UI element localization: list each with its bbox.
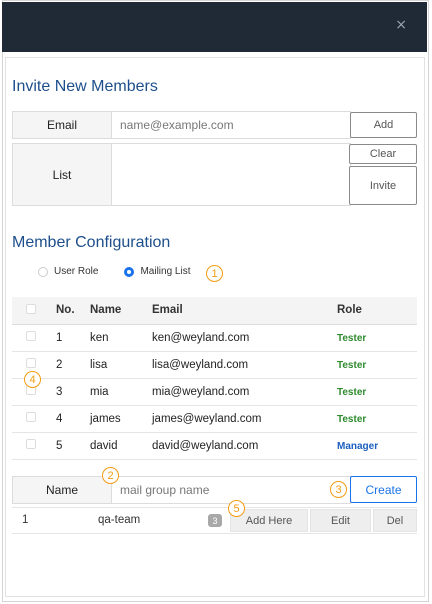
radio-mailing-list-label: Mailing List [140,266,191,277]
row-no: 1 [50,324,90,352]
edit-button[interactable]: Edit [310,509,371,532]
close-icon[interactable]: × [395,17,407,33]
row-checkbox[interactable] [26,358,36,368]
marker-1: 1 [206,265,223,282]
row-no: 5 [50,432,90,460]
invite-button[interactable]: Invite [349,166,417,205]
role-badge: Tester [337,413,367,425]
radio-user-role-label: User Role [54,266,99,277]
role-badge: Tester [337,386,367,398]
col-email: Email [152,297,337,325]
row-email: david@weyland.com [152,432,337,460]
select-all-checkbox[interactable] [26,303,36,314]
marker-4: 4 [24,371,41,388]
row-name: ken [90,324,152,352]
role-badge: Manager [337,440,379,452]
row-email: lisa@weyland.com [152,351,337,379]
row-no: 4 [50,405,90,433]
role-radio-group: User Role Mailing List [38,266,191,277]
row-name: david [90,432,152,460]
create-button[interactable]: Create [350,476,417,503]
email-label: Email [12,111,112,139]
email-input[interactable]: name@example.com [111,111,351,139]
invite-title: Invite New Members [12,78,158,95]
role-badge: Tester [337,332,367,344]
delete-button[interactable]: Del [373,509,417,532]
row-checkbox[interactable] [26,439,36,449]
row-checkbox[interactable] [26,412,36,422]
marker-5: 5 [228,500,245,517]
row-name: lisa [90,351,152,379]
list-label: List [12,143,112,206]
row-checkbox[interactable] [26,331,36,341]
table-row[interactable]: 4 james james@weyland.com Tester [12,405,417,433]
row-email: ken@weyland.com [152,324,337,352]
table-row[interactable]: 1 ken ken@weyland.com Tester [12,324,417,352]
marker-3: 3 [330,481,347,498]
role-badge: Tester [337,359,367,371]
row-email: james@weyland.com [152,405,337,433]
group-name-input[interactable]: mail group name [111,476,351,504]
col-name: Name [90,297,152,325]
row-no: 3 [50,378,90,406]
members-table: No. Name Email Role 1 ken ken@weyland.co… [12,297,417,460]
row-name: james [90,405,152,433]
table-row[interactable]: 5 david david@weyland.com Manager [12,432,417,460]
add-button[interactable]: Add [350,112,417,138]
row-name: mia [90,378,152,406]
col-no: No. [50,297,90,325]
row-email: mia@weyland.com [152,378,337,406]
dialog-header: × [2,2,427,52]
group-row-name: qa-team [98,514,141,526]
config-title: Member Configuration [12,234,171,251]
member-count-badge: 3 [208,514,222,527]
group-row-index: 1 [22,514,29,526]
table-header-row: No. Name Email Role [12,297,417,325]
clear-button[interactable]: Clear [349,144,417,164]
table-row[interactable]: 3 mia mia@weyland.com Tester [12,378,417,406]
col-role: Role [337,297,417,325]
marker-2: 2 [102,467,119,484]
group-name-label: Name [12,476,112,504]
table-row[interactable]: 2 lisa lisa@weyland.com Tester [12,351,417,379]
row-no: 2 [50,351,90,379]
radio-user-role[interactable] [38,266,48,277]
radio-mailing-list[interactable] [124,266,135,277]
list-textarea[interactable] [111,143,351,206]
